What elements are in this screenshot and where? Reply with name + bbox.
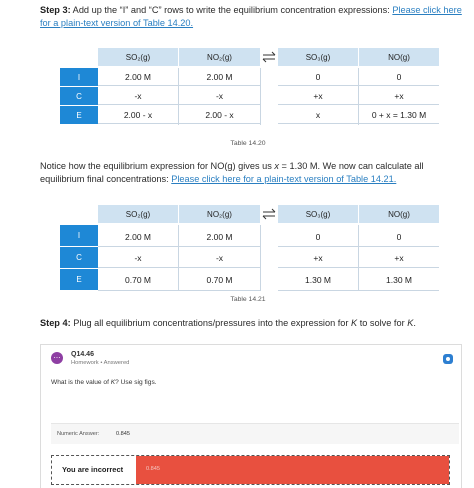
row-label-c: C bbox=[60, 87, 98, 105]
row-label-i: I bbox=[60, 225, 98, 246]
chat-bubble-icon: ⋯ bbox=[51, 352, 63, 364]
header-so2: SO₂(g) bbox=[98, 48, 178, 66]
step4-paragraph: Step 4: Plug all equilibrium concentrati… bbox=[40, 317, 468, 330]
notice-text-a: Notice how the equilibrium expression fo… bbox=[40, 161, 275, 171]
header-so2: SO₂(g) bbox=[98, 205, 178, 223]
question-card: ⋯ Q14.46 Homework • Answered What is the… bbox=[40, 344, 462, 488]
question-text-b: ? Use sig figs. bbox=[115, 379, 157, 386]
cell-c-so2: -x bbox=[98, 88, 178, 105]
step4-text-a: Plug all equilibrium concentrations/pres… bbox=[70, 318, 352, 328]
cell-c-no: +x bbox=[359, 88, 439, 105]
cell-e-no2: 0.70 M bbox=[179, 269, 260, 291]
divider bbox=[260, 68, 261, 125]
step4-label: Step 4: bbox=[40, 318, 71, 328]
incorrect-bar: 0.845 bbox=[136, 456, 449, 484]
cell-i-so3: 0 bbox=[278, 227, 358, 247]
result-banner: You are incorrect 0.845 bbox=[51, 455, 450, 485]
divider bbox=[260, 225, 261, 291]
ice-table-14-21: SO₂(g) NO₂(g) SO₃(g) NO(g) I C E 2.00 M … bbox=[60, 205, 439, 291]
cell-i-so2: 2.00 M bbox=[98, 69, 178, 86]
question-meta: Homework • Answered bbox=[71, 360, 130, 366]
step3-label: Step 3: bbox=[40, 5, 71, 15]
header-no2: NO₂(g) bbox=[179, 48, 260, 66]
cell-e-so2: 2.00 - x bbox=[98, 107, 178, 124]
step4-text-c: . bbox=[413, 318, 416, 328]
question-text-a: What is the value of bbox=[51, 379, 111, 386]
divider bbox=[358, 225, 359, 291]
cell-e-no: 0 + x = 1.30 M bbox=[359, 107, 439, 124]
row-label-e: E bbox=[60, 106, 98, 124]
header-no: NO(g) bbox=[359, 48, 439, 66]
cell-i-so3: 0 bbox=[278, 69, 358, 86]
cell-i-no2: 2.00 M bbox=[179, 227, 260, 247]
numeric-answer-label: Numeric Answer: bbox=[57, 431, 100, 437]
result-text: You are incorrect bbox=[62, 465, 124, 474]
cell-c-no2: -x bbox=[179, 248, 260, 268]
cell-e-no: 1.30 M bbox=[359, 269, 439, 291]
numeric-answer-value[interactable]: 0.845 bbox=[116, 431, 130, 437]
table-14-21-caption: Table 14.21 bbox=[230, 296, 266, 303]
settings-icon[interactable] bbox=[443, 354, 453, 364]
cell-e-so3: x bbox=[278, 107, 358, 124]
ice-table-14-20: SO₂(g) NO₂(g) SO₃(g) NO(g) I C E 2.00 M … bbox=[60, 48, 439, 125]
divider bbox=[178, 68, 179, 125]
header-no2: NO₂(g) bbox=[179, 205, 260, 223]
divider bbox=[178, 225, 179, 291]
row-label-c: C bbox=[60, 247, 98, 268]
row-label-i: I bbox=[60, 68, 98, 86]
cell-c-so3: +x bbox=[278, 248, 358, 268]
cell-e-no2: 2.00 - x bbox=[179, 107, 260, 124]
header-so3: SO₃(g) bbox=[278, 48, 358, 66]
question-id: Q14.46 bbox=[71, 351, 94, 358]
result-value: 0.845 bbox=[146, 466, 160, 472]
equilibrium-arrow-icon bbox=[262, 51, 276, 63]
row-label-e: E bbox=[60, 269, 98, 290]
equilibrium-arrow-icon bbox=[262, 208, 276, 220]
step3-text: Add up the “I” and “C” rows to write the… bbox=[70, 5, 393, 15]
step3-paragraph: Step 3: Add up the “I” and “C” rows to w… bbox=[40, 4, 468, 30]
cell-i-no: 0 bbox=[359, 227, 439, 247]
header-so3: SO₃(g) bbox=[278, 205, 358, 223]
numeric-answer-field[interactable]: Numeric Answer: 0.845 bbox=[51, 423, 459, 444]
cell-i-so2: 2.00 M bbox=[98, 227, 178, 247]
divider bbox=[358, 68, 359, 125]
header-no: NO(g) bbox=[359, 205, 439, 223]
table-14-20-caption: Table 14.20 bbox=[230, 140, 266, 147]
notice-paragraph: Notice how the equilibrium expression fo… bbox=[40, 160, 468, 186]
cell-c-so3: +x bbox=[278, 88, 358, 105]
cell-c-no: +x bbox=[359, 248, 439, 268]
table-14-21-link[interactable]: Please click here for a plain-text versi… bbox=[171, 174, 396, 184]
cell-i-no2: 2.00 M bbox=[179, 69, 260, 86]
cell-i-no: 0 bbox=[359, 69, 439, 86]
cell-c-so2: -x bbox=[98, 248, 178, 268]
step4-text-b: to solve for bbox=[357, 318, 408, 328]
cell-e-so2: 0.70 M bbox=[98, 269, 178, 291]
question-text: What is the value of K? Use sig figs. bbox=[51, 379, 157, 386]
cell-c-no2: -x bbox=[179, 88, 260, 105]
cell-e-so3: 1.30 M bbox=[278, 269, 358, 291]
